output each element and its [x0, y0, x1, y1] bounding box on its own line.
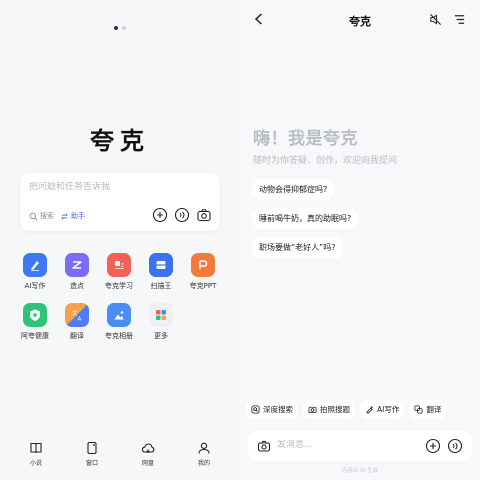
- tool-ai-write[interactable]: AI写作: [360, 400, 405, 419]
- app-label: 夸克学习: [105, 282, 133, 290]
- app-label: 夸克PPT: [189, 282, 217, 290]
- app-label: 造点: [70, 282, 84, 290]
- photo-search-icon: [308, 406, 317, 414]
- tab-cloud[interactable]: 网盘: [128, 441, 168, 467]
- cloud-icon: [141, 443, 155, 454]
- app-grid: AI写作 造点 夸克学习 扫描王 夸克PPT 阿夸健康 文 A 翻译 夸克相册 …: [14, 253, 226, 341]
- scanner-icon: [149, 253, 173, 277]
- greeting-heading: 嗨！我是夸克: [253, 129, 358, 149]
- zaodian-icon: [65, 253, 89, 277]
- book-icon: [30, 442, 42, 454]
- message-input[interactable]: [277, 440, 407, 450]
- suggestion-list: 动物会得抑郁症吗? 睡前喝牛奶，真的助眠吗? 职场要做“老好人”吗?: [252, 179, 359, 258]
- ai-writing-icon: [23, 253, 47, 277]
- tool-translate[interactable]: 翻译: [409, 400, 447, 419]
- add-circle-icon[interactable]: [152, 207, 168, 223]
- window-icon: [87, 441, 97, 455]
- tool-label: 翻译: [426, 405, 442, 414]
- app-ai-writing[interactable]: AI写作: [14, 253, 56, 291]
- app-label: 扫描王: [150, 282, 172, 290]
- app-translate[interactable]: 文A 翻译: [56, 303, 98, 341]
- tab-label: 窗口: [85, 460, 98, 467]
- tool-label: AI写作: [377, 405, 400, 414]
- health-icon: [23, 303, 47, 327]
- page-dot-active: [114, 26, 118, 30]
- page-dot: [122, 26, 126, 30]
- app-ppt[interactable]: 夸克PPT: [182, 253, 224, 291]
- camera-icon[interactable]: [257, 439, 271, 453]
- more-icon: [149, 303, 173, 327]
- mode-selector: 搜索 助手: [29, 211, 85, 221]
- mode-search-chip[interactable]: 搜索: [29, 211, 54, 221]
- app-label: 翻译: [70, 332, 84, 340]
- profile-icon: [198, 442, 210, 454]
- mode-assistant-label: 助手: [71, 212, 85, 220]
- ppt-icon: [191, 253, 215, 277]
- ai-disclaimer: 内容由 AI 生成: [341, 468, 379, 474]
- tool-chip-row: 深度搜索 拍照搜题 AI写作 翻译: [246, 400, 478, 419]
- translate-icon: [414, 405, 423, 414]
- mute-speaker-icon[interactable]: [429, 13, 442, 26]
- tool-deep-search[interactable]: 深度搜索: [246, 400, 298, 419]
- app-album[interactable]: 夸克相册: [98, 303, 140, 341]
- tab-profile[interactable]: 我的: [184, 441, 224, 467]
- search-card[interactable]: 搜索 助手: [20, 173, 220, 231]
- app-label: AI写作: [24, 282, 46, 290]
- app-label: 夸克相册: [105, 332, 133, 340]
- tab-novel[interactable]: 小说: [16, 441, 56, 467]
- album-icon: [107, 303, 131, 327]
- menu-icon[interactable]: [453, 13, 466, 26]
- search-input[interactable]: [29, 182, 209, 192]
- tab-window[interactable]: 窗口: [72, 441, 112, 467]
- ai-write-icon: [366, 405, 374, 414]
- add-circle-icon[interactable]: [425, 438, 441, 454]
- study-icon: [107, 253, 131, 277]
- tool-photo-search[interactable]: 拍照搜题: [303, 400, 355, 419]
- greeting-subtitle: 随时为你答疑、创作，欢迎向我提问: [253, 156, 398, 166]
- tool-label: 拍照搜题: [320, 405, 350, 414]
- app-label: 更多: [154, 332, 168, 340]
- brand-title: 夸克: [90, 127, 150, 155]
- app-zaodian[interactable]: 造点: [56, 253, 98, 291]
- suggestion-chip[interactable]: 睡前喝牛奶，真的助眠吗?: [252, 208, 359, 229]
- chat-title: 夸克: [349, 15, 371, 28]
- search-card-actions: [152, 207, 212, 223]
- voice-circle-icon[interactable]: [174, 207, 190, 223]
- mode-search-label: 搜索: [40, 212, 54, 220]
- tab-label: 网盘: [141, 460, 154, 467]
- tab-label: 我的: [197, 460, 210, 467]
- app-study[interactable]: 夸克学习: [98, 253, 140, 291]
- svg-text:A: A: [78, 317, 82, 323]
- home-screen: 夸克 搜索 助手 AI写作: [0, 0, 240, 480]
- app-label: 阿夸健康: [21, 332, 49, 340]
- bottom-tab-bar: 小说 窗口 网盘 我的: [0, 441, 240, 467]
- search-icon: [29, 212, 38, 220]
- tab-label: 小说: [29, 460, 42, 467]
- app-health[interactable]: 阿夸健康: [14, 303, 56, 341]
- app-scanner[interactable]: 扫描王: [140, 253, 182, 291]
- camera-icon[interactable]: [196, 207, 212, 223]
- chat-input-bar: [248, 431, 472, 461]
- mode-assistant-chip[interactable]: 助手: [60, 211, 85, 221]
- page-indicator: [0, 26, 240, 30]
- tool-label: 深度搜索: [263, 405, 293, 414]
- translate-icon: 文A: [65, 303, 89, 327]
- app-more[interactable]: 更多: [140, 303, 182, 341]
- suggestion-chip[interactable]: 动物会得抑郁症吗?: [252, 179, 335, 200]
- deep-search-icon: [251, 405, 260, 414]
- assistant-icon: [61, 212, 68, 220]
- suggestion-chip[interactable]: 职场要做“老好人”吗?: [252, 237, 343, 258]
- voice-circle-icon[interactable]: [447, 438, 463, 454]
